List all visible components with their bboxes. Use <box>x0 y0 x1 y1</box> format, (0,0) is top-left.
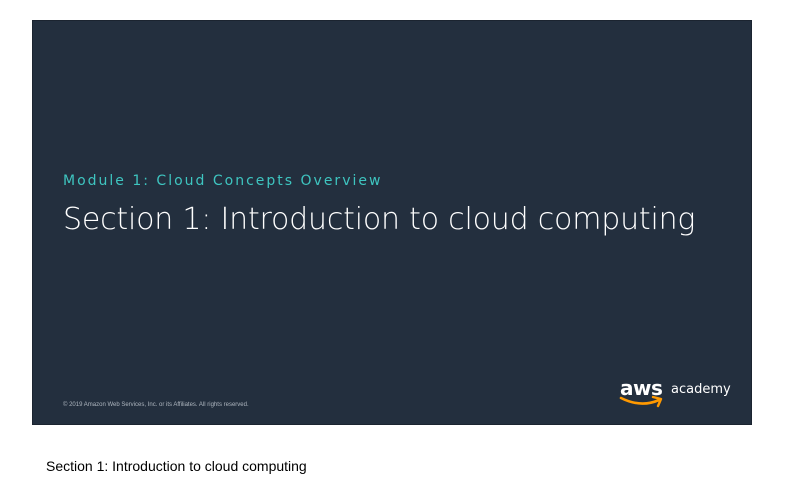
aws-academy-logo: aws academy <box>619 376 731 411</box>
aws-smile-icon <box>619 395 663 408</box>
page: Module 1: Cloud Concepts Overview Sectio… <box>0 0 791 497</box>
slide-caption: Section 1: Introduction to cloud computi… <box>46 458 307 474</box>
aws-logo-mark: aws <box>619 376 667 411</box>
copyright-notice: © 2019 Amazon Web Services, Inc. or its … <box>63 402 249 408</box>
slide: Module 1: Cloud Concepts Overview Sectio… <box>32 20 752 425</box>
module-label: Module 1: Cloud Concepts Overview <box>63 173 383 189</box>
academy-wordmark: academy <box>671 382 731 397</box>
slide-title: Section 1: Introduction to cloud computi… <box>63 202 696 237</box>
